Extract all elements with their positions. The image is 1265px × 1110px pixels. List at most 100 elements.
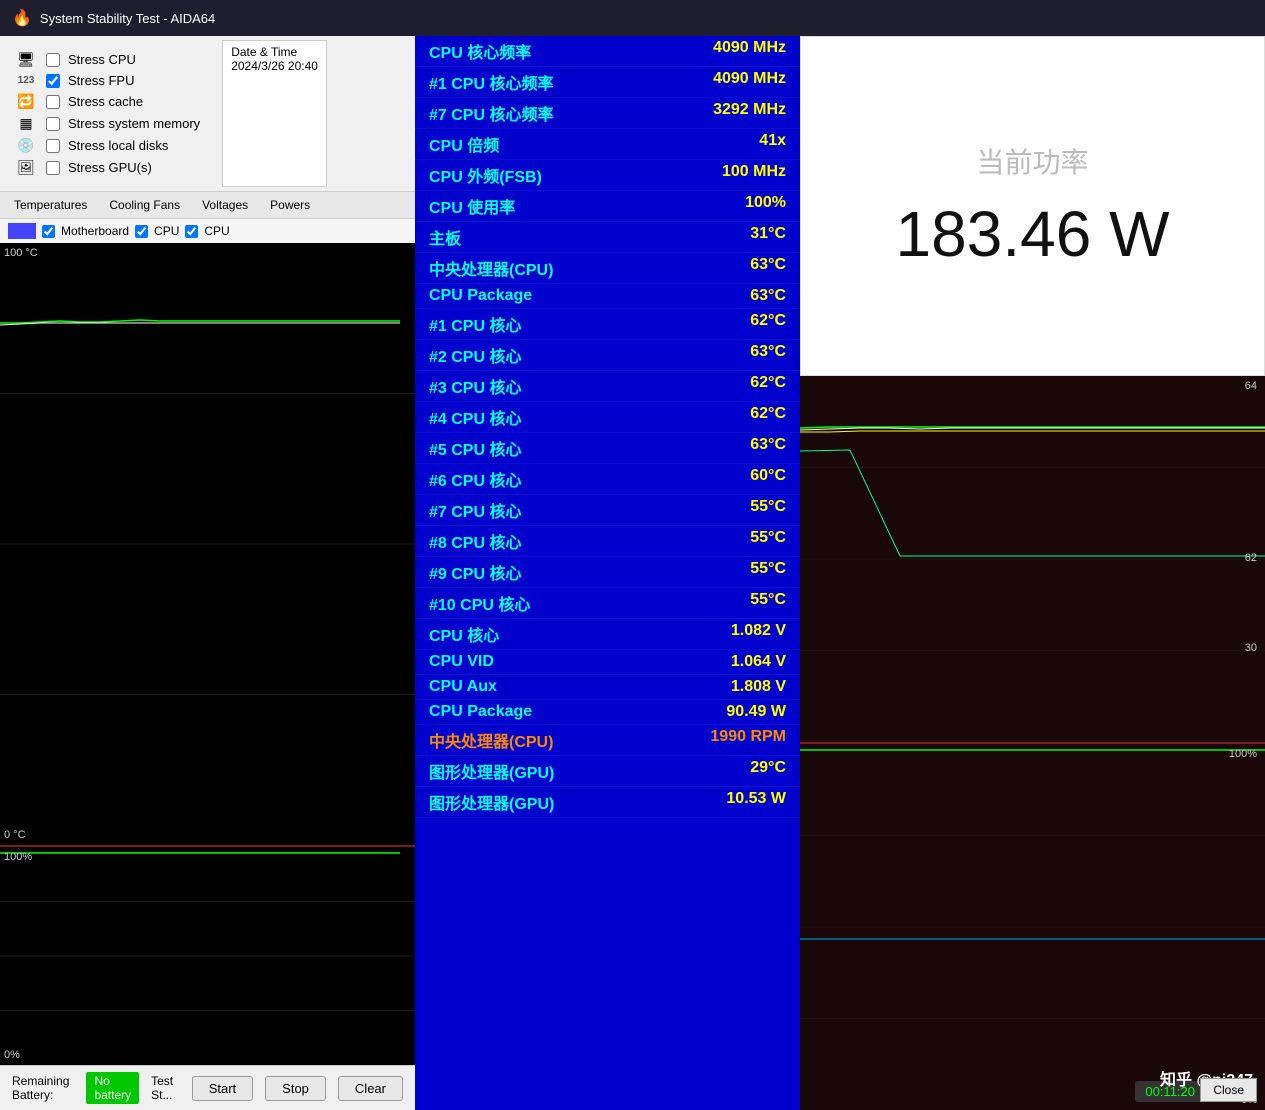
stress-memory-label: Stress system memory [68, 116, 200, 131]
data-label-18: #10 CPU 核心 [429, 591, 530, 615]
data-value-4: 100 MHz [722, 163, 786, 187]
start-button[interactable]: Start [192, 1076, 253, 1101]
stress-fpu-checkbox[interactable] [46, 74, 60, 88]
data-row-12: #4 CPU 核心 62°C [415, 402, 800, 433]
data-value-25: 10.53 W [726, 790, 786, 814]
gpu-icon: 🖼 [14, 159, 38, 176]
data-row-2: #7 CPU 核心频率 3292 MHz [415, 98, 800, 129]
data-row-7: 中央处理器(CPU) 63°C [415, 253, 800, 284]
memory-icon: ▦ [14, 115, 38, 132]
stress-memory-checkbox[interactable] [46, 117, 60, 131]
pct-100-label: 100% [4, 851, 32, 863]
data-value-0: 4090 MHz [713, 39, 786, 63]
data-row-22: CPU Package 90.49 W [415, 700, 800, 725]
data-value-5: 100% [745, 194, 786, 218]
right-top-line-4 [800, 450, 1265, 556]
stress-memory-row: ▦ Stress system memory [14, 115, 200, 132]
battery-label: Remaining Battery: [12, 1074, 74, 1102]
right-top-line-2 [800, 428, 1265, 430]
window-title: System Stability Test - AIDA64 [40, 11, 215, 26]
data-label-20: CPU VID [429, 653, 494, 671]
right-chart-top-mid: 62 [1245, 552, 1257, 564]
data-label-14: #6 CPU 核心 [429, 467, 521, 491]
temp-chart-area: 100 °C 0 °C [0, 243, 415, 845]
data-row-5: CPU 使用率 100% [415, 191, 800, 222]
cpu-checkbox[interactable] [135, 225, 148, 238]
power-display: 当前功率 183.46 W [800, 36, 1265, 376]
data-value-23: 1990 RPM [710, 728, 786, 752]
stress-cache-label: Stress cache [68, 94, 143, 109]
tab-powers[interactable]: Powers [260, 194, 320, 216]
data-label-13: #5 CPU 核心 [429, 436, 521, 460]
center-data-panel: CPU 核心频率 4090 MHz #1 CPU 核心频率 4090 MHz #… [415, 36, 800, 1110]
stress-options-area: 🖥 Stress CPU 123 Stress FPU 🔁 Stress cac… [0, 36, 415, 191]
stress-cpu-checkbox[interactable] [46, 53, 60, 67]
data-row-6: 主板 31°C [415, 222, 800, 253]
stress-disks-label: Stress local disks [68, 138, 168, 153]
cpu-label: CPU [154, 224, 179, 238]
data-label-23: 中央处理器(CPU) [429, 728, 553, 752]
data-value-1: 4090 MHz [713, 70, 786, 94]
data-label-17: #9 CPU 核心 [429, 560, 521, 584]
stress-cpu-label: Stress CPU [68, 52, 136, 67]
stress-options: 🖥 Stress CPU 123 Stress FPU 🔁 Stress cac… [0, 36, 214, 191]
pct-0-label: 0% [4, 1049, 20, 1061]
tab-temperatures[interactable]: Temperatures [4, 194, 97, 216]
data-value-10: 63°C [750, 343, 786, 367]
main-layout: 🖥 Stress CPU 123 Stress FPU 🔁 Stress cac… [0, 36, 1265, 1110]
stress-cpu-row: 🖥 Stress CPU [14, 51, 200, 68]
data-value-19: 1.082 V [731, 622, 786, 646]
battery-badge: No battery [86, 1072, 139, 1104]
motherboard-checkbox[interactable] [42, 225, 55, 238]
data-value-3: 41x [759, 132, 786, 156]
right-chart-bottom: 100% 0% 00:11:20 知乎 @pj247 Close [800, 744, 1265, 1110]
data-row-20: CPU VID 1.064 V [415, 650, 800, 675]
footer-bar: Remaining Battery: No battery Test St...… [0, 1065, 415, 1110]
data-row-16: #8 CPU 核心 55°C [415, 526, 800, 557]
chart-y-max: 100 °C [4, 247, 38, 259]
chart-checkboxes: Motherboard CPU CPU [0, 219, 415, 243]
data-value-12: 62°C [750, 405, 786, 429]
stress-gpu-checkbox[interactable] [46, 161, 60, 175]
stress-disks-row: 💿 Stress local disks [14, 137, 200, 154]
datetime-box: Date & Time 2024/3/26 20:40 [222, 40, 327, 187]
stress-gpu-label: Stress GPU(s) [68, 160, 152, 175]
stress-gpu-row: 🖼 Stress GPU(s) [14, 159, 200, 176]
data-value-8: 63°C [750, 287, 786, 305]
cpu2-checkbox[interactable] [185, 225, 198, 238]
data-value-16: 55°C [750, 529, 786, 553]
stress-cache-row: 🔁 Stress cache [14, 93, 200, 110]
data-value-2: 3292 MHz [713, 101, 786, 125]
data-row-13: #5 CPU 核心 63°C [415, 433, 800, 464]
data-value-17: 55°C [750, 560, 786, 584]
test-status: Test St... [151, 1074, 180, 1102]
data-value-18: 55°C [750, 591, 786, 615]
stress-fpu-label: Stress FPU [68, 73, 134, 88]
bottom-chart-svg-left [0, 847, 415, 1065]
disk-icon: 💿 [14, 137, 38, 154]
clear-button[interactable]: Clear [338, 1076, 403, 1101]
power-label: 当前功率 [976, 141, 1088, 181]
data-row-19: CPU 核心 1.082 V [415, 619, 800, 650]
stress-disks-checkbox[interactable] [46, 139, 60, 153]
right-chart-top: 64 62 30 [800, 376, 1265, 744]
right-panel: 当前功率 183.46 W 64 62 30 [800, 36, 1265, 1110]
data-value-9: 62°C [750, 312, 786, 336]
data-label-0: CPU 核心频率 [429, 39, 531, 63]
stress-cache-checkbox[interactable] [46, 95, 60, 109]
right-chart-bottom-svg [800, 744, 1265, 1110]
data-label-22: CPU Package [429, 703, 532, 721]
cache-icon: 🔁 [14, 93, 38, 110]
tab-cooling-fans[interactable]: Cooling Fans [99, 194, 190, 216]
data-row-1: #1 CPU 核心频率 4090 MHz [415, 67, 800, 98]
tab-voltages[interactable]: Voltages [192, 194, 258, 216]
close-button[interactable]: Close [1200, 1078, 1257, 1102]
right-top-line-3 [800, 431, 1265, 432]
bottom-charts: 100% 0% [0, 845, 415, 1065]
data-value-6: 31°C [750, 225, 786, 249]
data-value-14: 60°C [750, 467, 786, 491]
stop-button[interactable]: Stop [265, 1076, 326, 1101]
right-chart-top-lower: 30 [1245, 642, 1257, 654]
data-value-13: 63°C [750, 436, 786, 460]
data-label-25: 图形处理器(GPU) [429, 790, 554, 814]
